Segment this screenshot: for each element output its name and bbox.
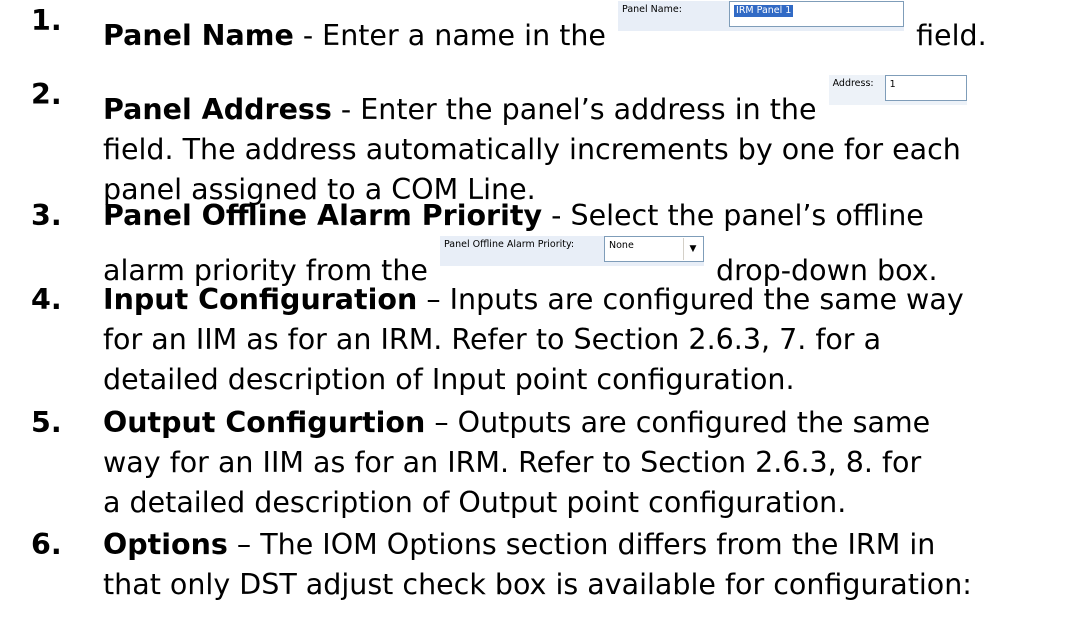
step-text: – Outputs are configured the same bbox=[425, 406, 931, 439]
panel-name-value: IRM Panel 1 bbox=[734, 5, 794, 17]
offline-priority-dropdown-image: Panel Offline Alarm Priority: None ▼ bbox=[440, 236, 704, 266]
step-text: field. bbox=[907, 19, 987, 52]
step-text: - Enter a name in the bbox=[293, 19, 616, 52]
step-text: for an IIM as for an IRM. Refer to Secti… bbox=[103, 323, 882, 356]
panel-name-input: IRM Panel 1 bbox=[729, 1, 905, 27]
step-text: a detailed description of Output point c… bbox=[103, 486, 847, 519]
step-text: - Enter the panel’s address in the bbox=[331, 93, 826, 126]
panel-name-label: Panel Name: bbox=[622, 4, 682, 15]
step-number: 5. bbox=[31, 406, 62, 439]
step-title: Input Configuration bbox=[103, 283, 418, 316]
step-number: 4. bbox=[31, 283, 62, 316]
address-input: 1 bbox=[884, 75, 967, 101]
offline-priority-select: None ▼ bbox=[604, 236, 704, 262]
chevron-down-icon: ▼ bbox=[683, 238, 702, 260]
offline-priority-label: Panel Offline Alarm Priority: bbox=[444, 239, 575, 250]
step-text: – The IOM Options section differs from t… bbox=[227, 528, 936, 561]
address-field-image: Address: 1 bbox=[828, 75, 967, 105]
step-number: 2. bbox=[31, 78, 62, 111]
step-text: field. The address automatically increme… bbox=[103, 133, 961, 166]
step-title: Panel Offline Alarm Priority bbox=[103, 199, 543, 232]
step-number: 6. bbox=[31, 528, 62, 561]
step-text: way for an IIM as for an IRM. Refer to S… bbox=[103, 446, 922, 479]
step-text: - Select the panel’s offline bbox=[542, 199, 924, 232]
step-title: Panel Name bbox=[103, 19, 294, 52]
address-label: Address: bbox=[832, 78, 874, 89]
offline-priority-value: None bbox=[609, 240, 634, 251]
step-title: Panel Address bbox=[103, 93, 332, 126]
panel-name-field-image: Panel Name: IRM Panel 1 bbox=[618, 1, 905, 31]
step-number: 3. bbox=[31, 199, 62, 232]
step-text: detailed description of Input point conf… bbox=[103, 363, 795, 396]
step-title: Output Configurtion bbox=[103, 406, 426, 439]
address-value: 1 bbox=[889, 79, 896, 90]
step-title: Options bbox=[103, 528, 228, 561]
step-text: – Inputs are configured the same way bbox=[417, 283, 964, 316]
step-number: 1. bbox=[31, 4, 62, 37]
step-text: that only DST adjust check box is availa… bbox=[103, 568, 972, 601]
